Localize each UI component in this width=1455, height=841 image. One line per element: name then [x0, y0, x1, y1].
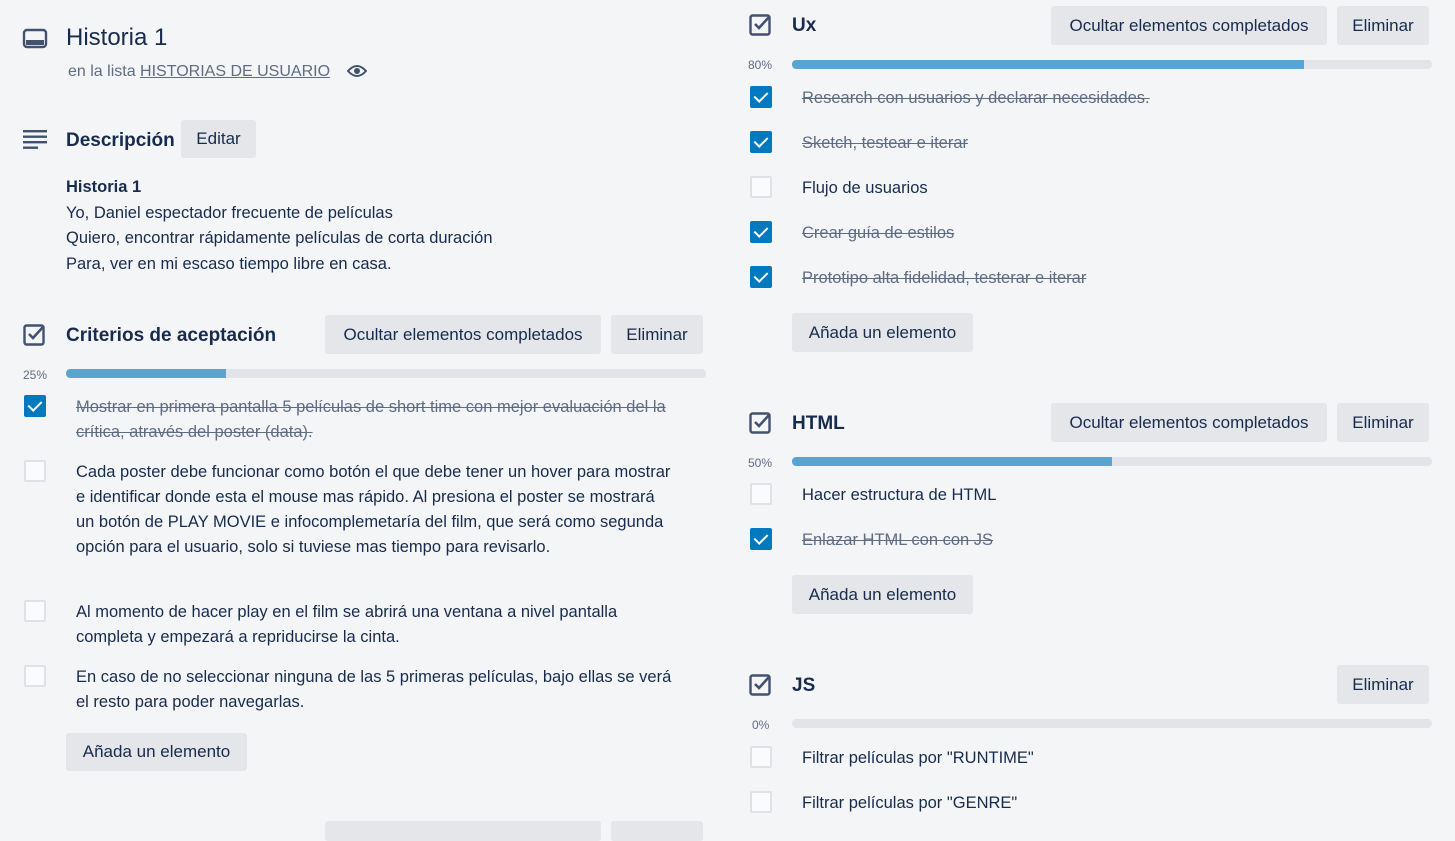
edit-description-button[interactable]: Editar	[181, 120, 256, 158]
progress-percent: 80%	[748, 58, 773, 72]
item-checkbox[interactable]	[750, 266, 772, 288]
item-checkbox[interactable]	[750, 86, 772, 108]
checklist-title[interactable]: JS	[792, 675, 815, 697]
hide-completed-button[interactable]: Ocultar elementos completados	[1051, 403, 1327, 442]
checklist-item-text[interactable]: Flujo de usuarios	[802, 176, 1402, 201]
item-checkbox[interactable]	[750, 221, 772, 243]
list-reference: en la lista HISTORIAS DE USUARIO	[68, 63, 330, 81]
checklist-icon	[749, 412, 773, 434]
eye-icon[interactable]	[347, 63, 367, 79]
card-icon	[22, 28, 48, 50]
progress-bar	[792, 457, 1432, 466]
description-text[interactable]: Historia 1 Yo, Daniel espectador frecuen…	[66, 175, 493, 277]
checklist-title[interactable]: Criterios de aceptación	[66, 325, 276, 347]
checklist-item-text[interactable]: Hacer estructura de HTML	[802, 483, 1402, 508]
item-checkbox[interactable]	[24, 460, 46, 482]
checklist-item-text[interactable]: Filtrar películas por "GENRE"	[802, 791, 1402, 816]
card-title[interactable]: Historia 1	[66, 24, 167, 52]
progress-fill	[792, 60, 1304, 69]
description-heading: Descripción	[66, 130, 175, 151]
checklist-icon	[749, 14, 773, 36]
add-item-button[interactable]: Añada un elemento	[66, 733, 247, 771]
progress-bar	[66, 369, 706, 378]
checklist-title[interactable]: Ux	[792, 15, 816, 37]
progress-bar	[792, 60, 1432, 69]
item-checkbox[interactable]	[24, 665, 46, 687]
checklist-item-text[interactable]: Crear guía de estilos	[802, 221, 1402, 246]
description-icon	[23, 129, 47, 149]
checklist-item-text[interactable]: Sketch, testear e iterar	[802, 131, 1402, 156]
checklist-icon	[23, 324, 47, 346]
item-checkbox[interactable]	[24, 600, 46, 622]
checklist-item-text[interactable]: Enlazar HTML con con JS	[802, 528, 1402, 553]
description-line: Yo, Daniel espectador frecuente de pelíc…	[66, 203, 393, 222]
list-prefix: en la lista	[68, 63, 136, 80]
checklist-item-text[interactable]: Filtrar películas por "RUNTIME"	[802, 746, 1402, 771]
delete-checklist-button[interactable]: Eliminar	[1337, 665, 1429, 704]
checklist-title[interactable]: HTML	[792, 413, 845, 435]
delete-checklist-button[interactable]	[611, 821, 703, 841]
progress-bar	[792, 719, 1432, 728]
hide-completed-button[interactable]	[325, 821, 601, 841]
item-checkbox[interactable]	[750, 746, 772, 768]
list-link[interactable]: HISTORIAS DE USUARIO	[140, 63, 330, 80]
delete-checklist-button[interactable]: Eliminar	[611, 315, 703, 354]
progress-percent: 25%	[23, 368, 48, 382]
progress-percent: 0%	[752, 718, 770, 732]
checklist-item-text[interactable]: Al momento de hacer play en el film se a…	[76, 600, 676, 650]
delete-checklist-button[interactable]: Eliminar	[1337, 403, 1429, 442]
checklist-item-text[interactable]: Mostrar en primera pantalla 5 películas …	[76, 395, 676, 445]
item-checkbox[interactable]	[24, 395, 46, 417]
add-item-button[interactable]: Añada un elemento	[792, 313, 973, 352]
description-line: Quiero, encontrar rápidamente películas …	[66, 229, 493, 247]
item-checkbox[interactable]	[750, 131, 772, 153]
checklist-item-text[interactable]: Cada poster debe funcionar como botón el…	[76, 460, 676, 560]
item-checkbox[interactable]	[750, 483, 772, 505]
add-item-button[interactable]: Añada un elemento	[792, 575, 973, 614]
hide-completed-button[interactable]: Ocultar elementos completados	[325, 315, 601, 354]
item-checkbox[interactable]	[750, 176, 772, 198]
checklist-item-text[interactable]: Prototipo alta fidelidad, testerar e ite…	[802, 266, 1402, 291]
progress-percent: 50%	[748, 456, 773, 470]
description-line: Para, ver en mi escaso tiempo libre en c…	[66, 254, 392, 273]
item-checkbox[interactable]	[750, 528, 772, 550]
checklist-item-text[interactable]: En caso de no seleccionar ninguna de las…	[76, 665, 676, 715]
delete-checklist-button[interactable]: Eliminar	[1337, 6, 1429, 45]
hide-completed-button[interactable]: Ocultar elementos completados	[1051, 6, 1327, 45]
item-checkbox[interactable]	[750, 791, 772, 813]
checklist-item-text[interactable]: Research con usuarios y declarar necesid…	[802, 86, 1402, 111]
progress-fill	[66, 369, 226, 378]
checklist-icon	[749, 674, 773, 696]
description-title: Historia 1	[66, 178, 142, 196]
progress-fill	[792, 457, 1112, 466]
